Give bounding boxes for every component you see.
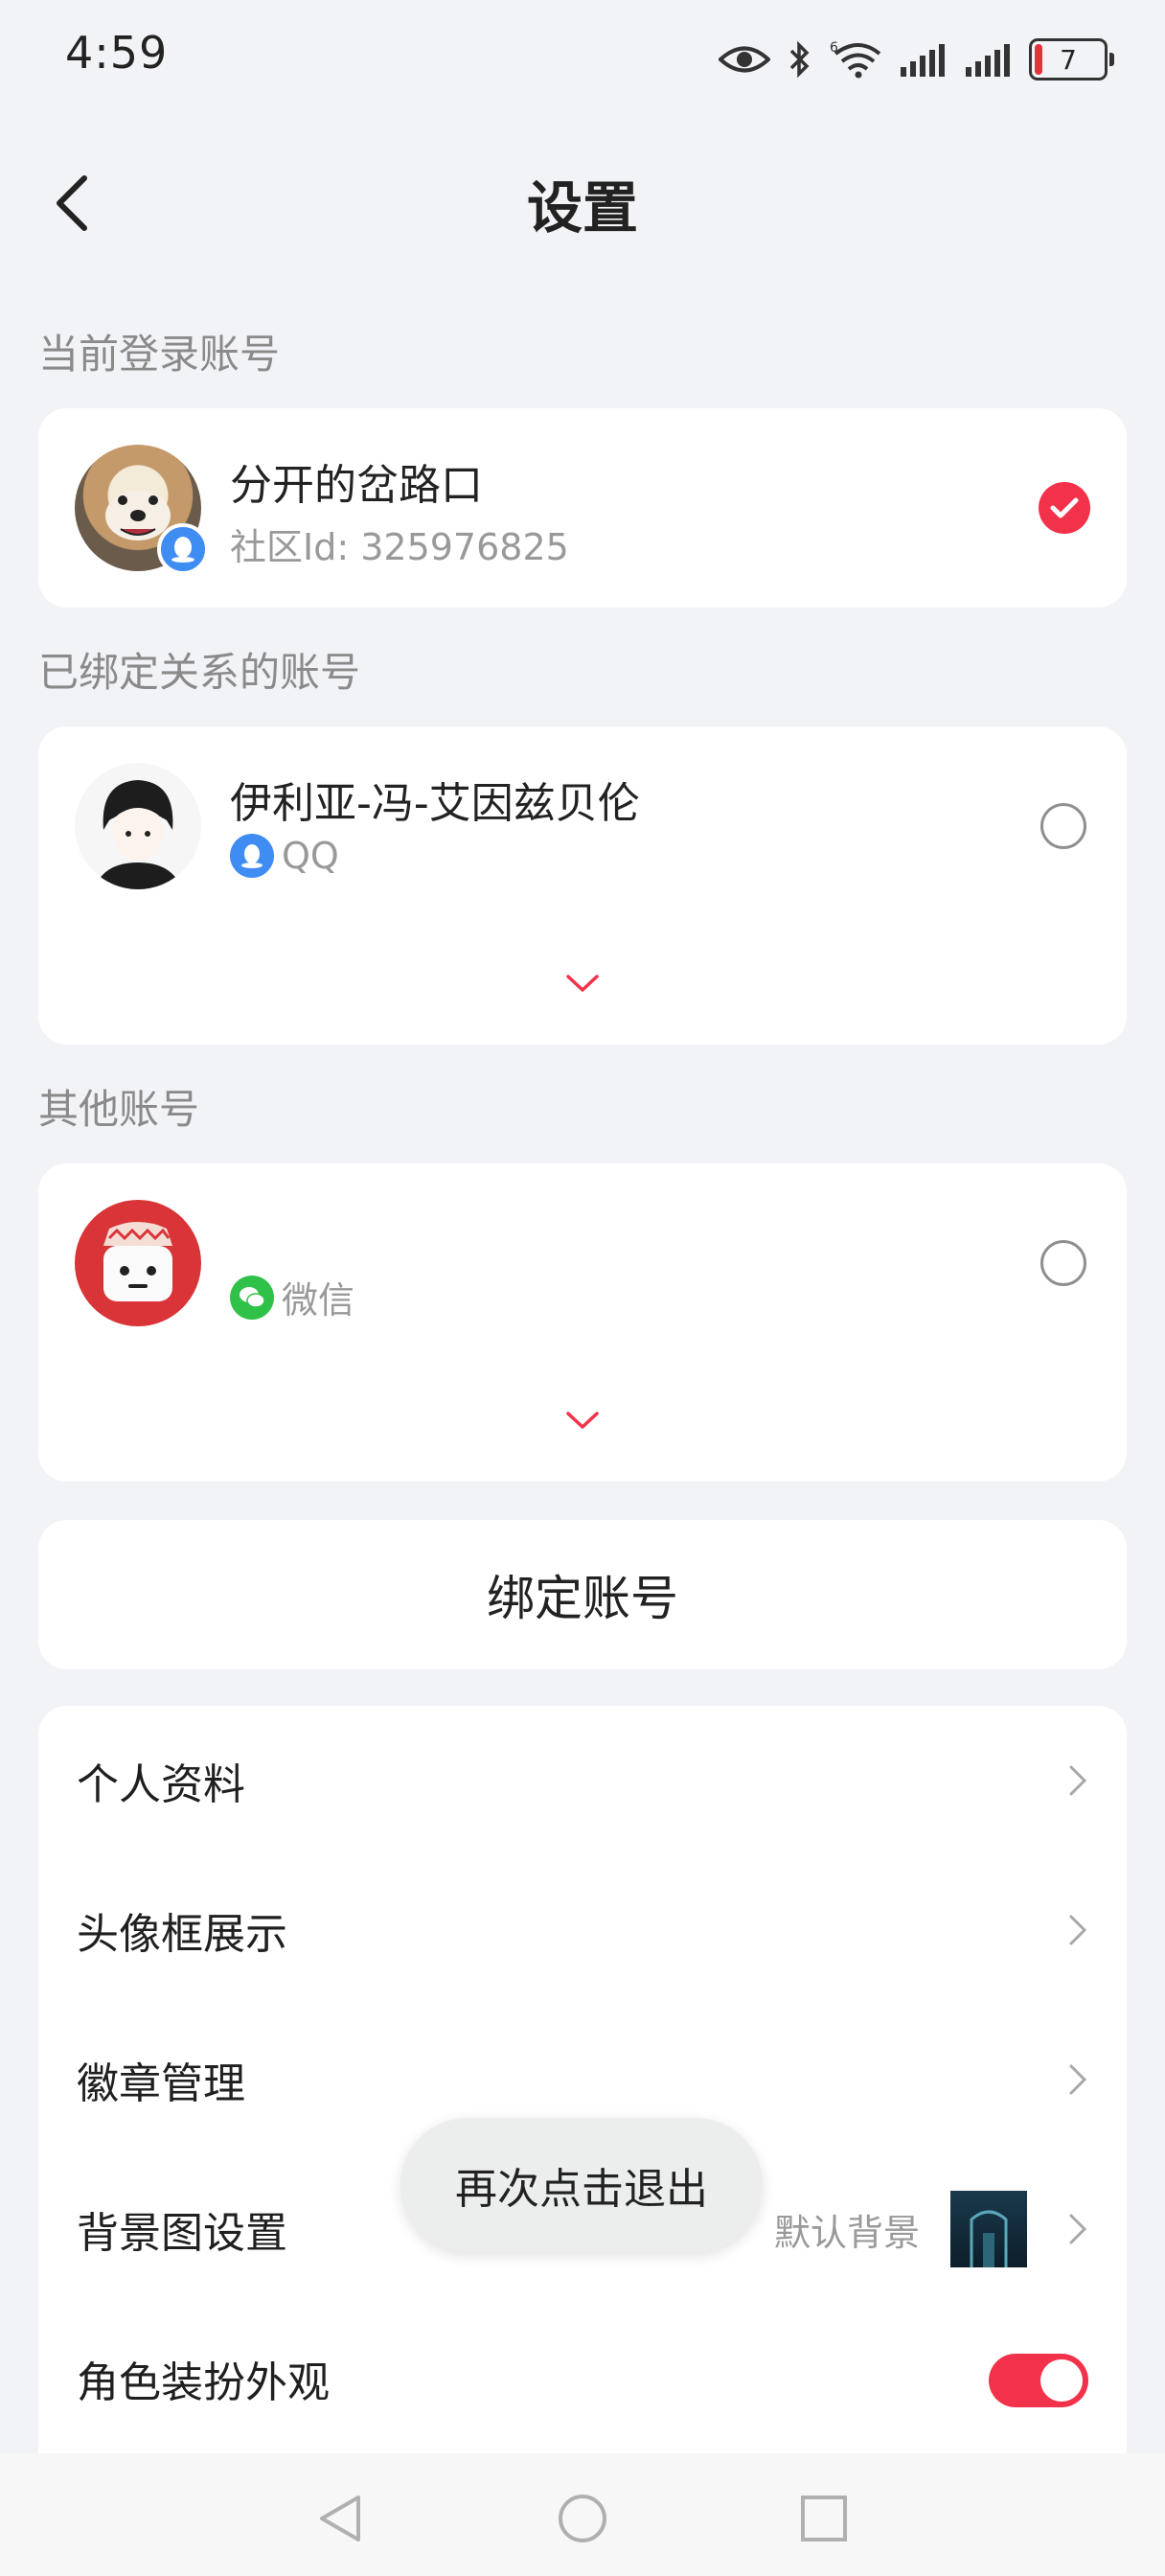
bound-account-name: 伊利亚-冯-艾因兹贝伦 xyxy=(230,779,640,828)
section-label-current: 当前登录账号 xyxy=(38,331,281,378)
checked-icon[interactable] xyxy=(1039,482,1090,534)
status-icons: 6 7 xyxy=(719,33,1114,86)
platform-label: QQ xyxy=(282,835,339,877)
settings-menu: 个人资料 头像框展示 徽章管理 背景图设置 默认背景 角色装扮外观 xyxy=(38,1706,1127,2492)
wechat-icon xyxy=(230,1275,274,1320)
radio-button[interactable] xyxy=(1040,1240,1086,1286)
system-nav-bar xyxy=(0,2453,1165,2576)
radio-button[interactable] xyxy=(1040,803,1086,849)
bind-account-button[interactable]: 绑定账号 xyxy=(38,1520,1127,1669)
community-id: 社区Id: 325976825 xyxy=(230,526,569,568)
section-label-other: 其他账号 xyxy=(38,1086,200,1133)
signal-icon xyxy=(901,44,945,77)
background-thumbnail xyxy=(950,2191,1027,2267)
menu-item-label: 徽章管理 xyxy=(77,2059,245,2108)
battery-icon: 7 xyxy=(1029,38,1114,80)
menu-item-label: 角色装扮外观 xyxy=(77,2358,330,2407)
anime-avatar-icon xyxy=(94,780,182,889)
avatar xyxy=(75,763,201,889)
battery-level: 7 xyxy=(1060,43,1077,76)
menu-item-avatar-frame[interactable]: 头像框展示 xyxy=(38,1855,1127,2005)
bind-account-label: 绑定账号 xyxy=(487,1571,678,1626)
toast-text: 再次点击退出 xyxy=(455,2165,708,2214)
menu-item-label: 头像框展示 xyxy=(77,1910,287,1959)
menu-item-label: 个人资料 xyxy=(77,1760,245,1809)
current-account-card[interactable]: 分开的岔路口 社区Id: 325976825 xyxy=(38,408,1127,608)
recents-square-icon[interactable] xyxy=(799,2494,849,2543)
bluetooth-icon xyxy=(789,40,810,79)
back-triangle-icon[interactable] xyxy=(316,2492,364,2545)
page-title: 设置 xyxy=(526,175,638,241)
qq-icon xyxy=(230,834,274,878)
toast-message: 再次点击退出 xyxy=(400,2118,763,2252)
chevron-down-icon[interactable] xyxy=(565,974,600,993)
qq-icon xyxy=(157,523,209,575)
chevron-right-icon xyxy=(1069,2214,1087,2244)
other-account-card: 微信 xyxy=(38,1163,1127,1482)
account-name: 分开的岔路口 xyxy=(230,461,483,510)
background-value: 默认背景 xyxy=(773,2211,920,2254)
signal-icon xyxy=(966,44,1010,77)
menu-item-label: 背景图设置 xyxy=(77,2209,287,2258)
section-label-bound: 已绑定关系的账号 xyxy=(38,649,361,696)
svg-text:6: 6 xyxy=(830,40,838,56)
mascot-avatar-icon xyxy=(103,1222,172,1301)
costume-toggle[interactable] xyxy=(989,2354,1088,2407)
bound-account-platform: QQ xyxy=(230,834,339,878)
menu-item-costume: 角色装扮外观 xyxy=(38,2304,1127,2453)
home-circle-icon[interactable] xyxy=(556,2492,609,2545)
chevron-down-icon[interactable] xyxy=(565,1411,600,1430)
chevron-right-icon xyxy=(1069,2064,1087,2095)
bound-account-card: 伊利亚-冯-艾因兹贝伦 QQ xyxy=(38,726,1127,1045)
status-time: 4:59 xyxy=(65,27,169,79)
other-account-platform: 微信 xyxy=(230,1271,354,1323)
chevron-right-icon xyxy=(1069,1915,1087,1945)
menu-item-profile[interactable]: 个人资料 xyxy=(38,1706,1127,1855)
eye-icon xyxy=(719,46,770,73)
wifi-6-icon: 6 xyxy=(830,40,881,79)
avatar xyxy=(75,1200,201,1326)
chevron-right-icon xyxy=(1069,1765,1087,1796)
toggle-knob xyxy=(1040,2359,1083,2402)
platform-label: 微信 xyxy=(282,1279,355,1322)
